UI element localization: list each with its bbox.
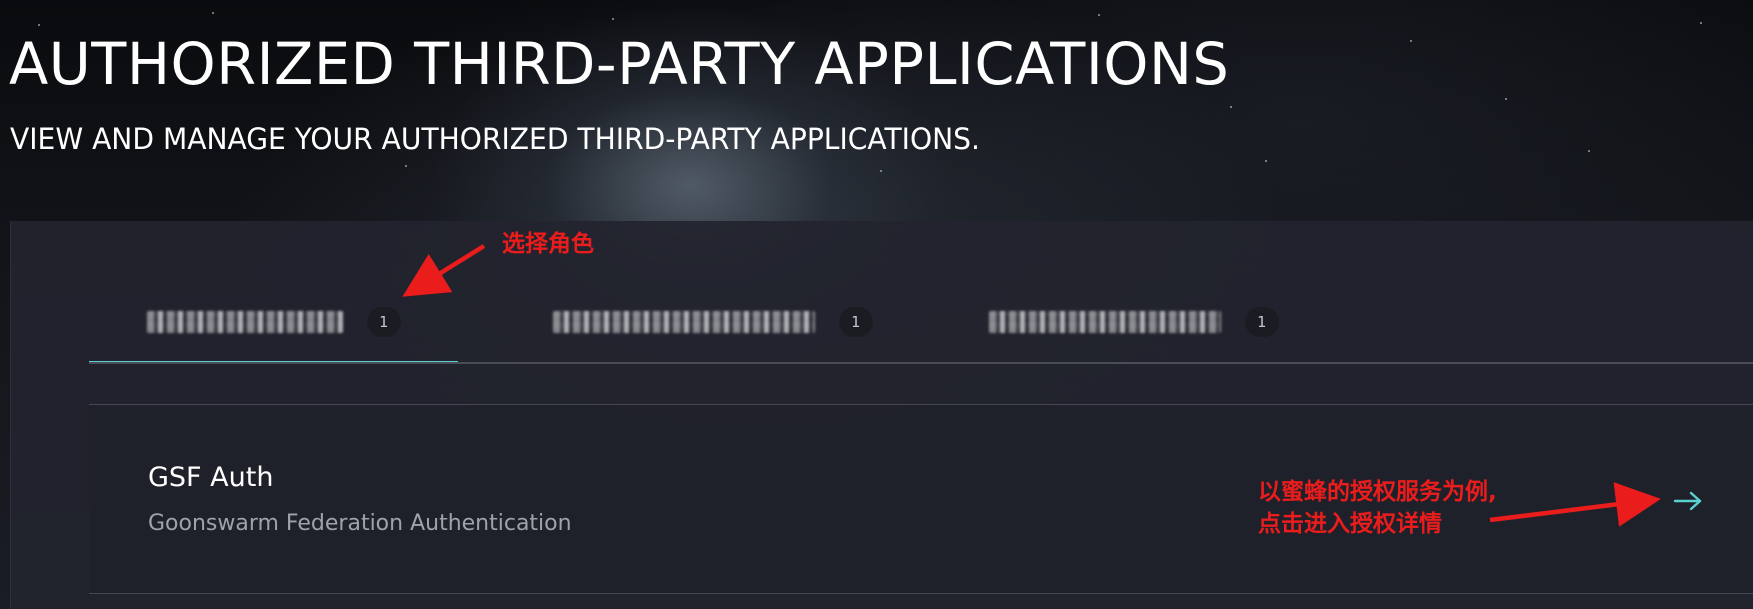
tab-count-badge: 1	[838, 307, 873, 337]
character-name-redacted	[552, 311, 815, 333]
application-row-gsf-auth[interactable]: GSF Auth Goonswarm Federation Authentica…	[89, 405, 1753, 593]
character-tab-2[interactable]: 1	[528, 280, 897, 364]
annotation-gsf-hint-line2: 点击进入授权详情	[1258, 511, 1442, 537]
arrow-right-icon[interactable]	[1672, 489, 1704, 513]
character-name-redacted	[146, 311, 343, 333]
character-tabs: 1 1 1	[89, 280, 1753, 364]
tab-count-badge: 1	[366, 307, 401, 337]
page-subtitle: VIEW AND MANAGE YOUR AUTHORIZED THIRD-PA…	[10, 122, 980, 156]
application-list: GSF Auth Goonswarm Federation Authentica…	[89, 404, 1753, 594]
annotation-select-character: 选择角色	[502, 231, 594, 257]
character-tab-1[interactable]: 1	[89, 280, 458, 364]
list-divider	[89, 593, 1753, 594]
tabs-divider	[89, 362, 1753, 364]
character-name-redacted	[988, 311, 1221, 333]
page-title: AUTHORIZED THIRD-PARTY APPLICATIONS	[9, 30, 1230, 98]
annotation-gsf-hint-line1: 以蜜蜂的授权服务为例,	[1258, 479, 1497, 505]
tab-count-badge: 1	[1244, 307, 1279, 337]
character-tab-3[interactable]: 1	[949, 280, 1318, 364]
application-description: Goonswarm Federation Authentication	[148, 511, 572, 536]
page-background: AUTHORIZED THIRD-PARTY APPLICATIONS VIEW…	[0, 0, 1753, 609]
application-name: GSF Auth	[148, 462, 274, 493]
